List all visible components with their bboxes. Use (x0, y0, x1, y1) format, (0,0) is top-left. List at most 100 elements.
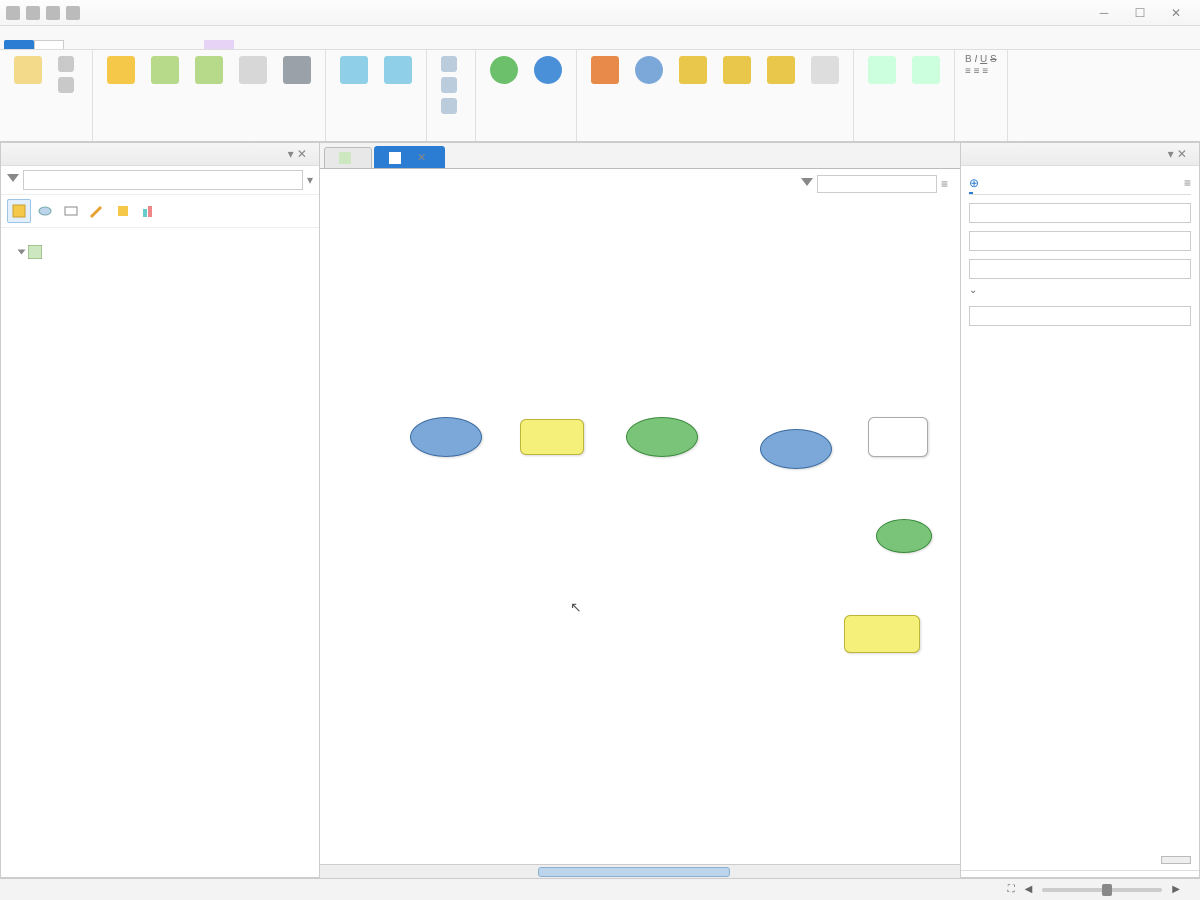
validate-button[interactable] (486, 54, 522, 88)
tab-appearance[interactable] (234, 40, 264, 49)
filter-icon[interactable] (801, 178, 813, 190)
copy-button[interactable] (54, 75, 82, 95)
tab-share[interactable] (154, 40, 184, 49)
toc-map-root[interactable] (5, 242, 315, 262)
ungroup-button[interactable] (908, 54, 944, 88)
canvas-menu-icon[interactable]: ≡ (941, 177, 948, 191)
select-button[interactable] (437, 54, 465, 74)
align-buttons[interactable]: ≡ ≡ ≡ (965, 66, 997, 77)
next-icon[interactable]: ▶ (1172, 884, 1180, 895)
titlebar: ─ ☐ ✕ (0, 0, 1200, 26)
group-text (965, 137, 997, 139)
cut-button[interactable] (54, 54, 82, 74)
qat-redo-icon[interactable] (66, 6, 80, 20)
response-variable-field[interactable] (969, 259, 1191, 279)
saveas-button[interactable] (191, 54, 227, 88)
environments-button[interactable] (279, 54, 315, 88)
tab-insert[interactable] (64, 40, 94, 49)
model-icon (389, 152, 401, 164)
tab-environments[interactable] (985, 186, 989, 194)
model-training-field[interactable] (969, 231, 1191, 251)
node-emus-output2[interactable] (876, 519, 932, 553)
geoprocessing-close-icon[interactable]: ▾ ✕ (1164, 147, 1191, 161)
cursor-icon: ↖ (570, 599, 582, 616)
iterators-button[interactable] (675, 54, 711, 88)
node-usa-states[interactable] (760, 429, 832, 469)
expand-icon[interactable] (18, 250, 26, 255)
qat-save-icon[interactable] (26, 6, 40, 20)
label-button[interactable] (807, 54, 843, 88)
variable-button[interactable] (631, 54, 667, 88)
tools-button[interactable] (587, 54, 623, 88)
group-view (336, 137, 416, 139)
doctab-model[interactable]: ✕ (374, 146, 445, 168)
output-dataset-field[interactable] (969, 306, 1191, 326)
input-dataset-field[interactable] (969, 203, 1191, 223)
fittowindow-button[interactable] (380, 54, 416, 88)
tab-analysis[interactable] (94, 40, 124, 49)
node-output-geostat[interactable] (868, 417, 928, 457)
run-button[interactable] (530, 54, 566, 88)
model-canvas[interactable]: ≡ ↖ (320, 169, 960, 864)
list-by-selection-icon[interactable] (59, 199, 83, 223)
bold-button[interactable]: B I U S (965, 54, 997, 65)
list-by-editing-icon[interactable] (85, 199, 109, 223)
tab-rasterlayer[interactable] (204, 40, 234, 49)
quick-access-toolbar (6, 6, 80, 20)
minimize-button[interactable]: ─ (1086, 6, 1122, 20)
search-options-icon[interactable]: ▾ (307, 173, 313, 187)
center-area: ✕ ≡ ↖ (320, 142, 960, 878)
close-button[interactable]: ✕ (1158, 6, 1194, 20)
autolayout-button[interactable] (336, 54, 372, 88)
connectors (320, 169, 620, 319)
node-input-data[interactable] (410, 417, 482, 457)
chevron-down-icon[interactable]: ⌄ (969, 285, 977, 296)
fit-icon[interactable]: ⛶ (1008, 884, 1015, 895)
tool-menu-icon[interactable]: ≡ (1184, 176, 1191, 190)
group-insert (587, 137, 843, 139)
statusbar: ⛶ ◀ ▶ (0, 878, 1200, 900)
tab-close-icon[interactable]: ✕ (413, 151, 430, 164)
signin-status[interactable] (1180, 37, 1200, 49)
node-logistic-regression[interactable] (520, 419, 584, 455)
tab-project[interactable] (4, 40, 34, 49)
canvas-search-input[interactable] (817, 175, 937, 193)
list-by-snapping-icon[interactable] (111, 199, 135, 223)
tab-view[interactable] (124, 40, 154, 49)
paste-button[interactable] (10, 54, 46, 88)
map-icon (339, 152, 351, 164)
run-tool-button[interactable] (1161, 856, 1191, 864)
list-by-labeling-icon[interactable] (137, 199, 161, 223)
document-tabs: ✕ (320, 143, 960, 169)
pan-button[interactable] (437, 96, 465, 116)
qat-open-icon[interactable] (6, 6, 20, 20)
save-button[interactable] (147, 54, 183, 88)
group-button[interactable] (864, 54, 900, 88)
contents-panel: ▾ ✕ ▾ (0, 142, 320, 878)
contents-search-input[interactable] (23, 170, 303, 190)
maximize-button[interactable]: ☐ (1122, 6, 1158, 20)
tab-data[interactable] (264, 40, 294, 49)
utilities-button[interactable] (719, 54, 755, 88)
contents-close-icon[interactable]: ▾ ✕ (284, 147, 311, 161)
new-button[interactable] (103, 54, 139, 88)
list-by-drawing-order-icon[interactable] (7, 199, 31, 223)
qat-undo-icon[interactable] (46, 6, 60, 20)
properties-button[interactable] (235, 54, 271, 88)
prev-icon[interactable]: ◀ (1025, 884, 1033, 895)
selectall-button[interactable] (437, 75, 465, 95)
group-model (103, 137, 315, 139)
zoom-slider[interactable] (1042, 888, 1162, 892)
group-clipboard (10, 137, 82, 139)
geoprocessing-panel: ▾ ✕ ⊕ ≡ ⌄ (960, 142, 1200, 878)
logical-button[interactable] (763, 54, 799, 88)
list-by-source-icon[interactable] (33, 199, 57, 223)
ribbon-tabs (0, 26, 1200, 50)
tab-modelbuilder[interactable] (34, 40, 64, 49)
back-icon[interactable]: ⊕ (969, 176, 979, 190)
node-kernel-interp[interactable] (844, 615, 920, 653)
filter-icon[interactable] (7, 174, 19, 186)
canvas-hscroll[interactable] (320, 864, 960, 878)
doctab-map[interactable] (324, 147, 372, 168)
node-output-emus[interactable] (626, 417, 698, 457)
